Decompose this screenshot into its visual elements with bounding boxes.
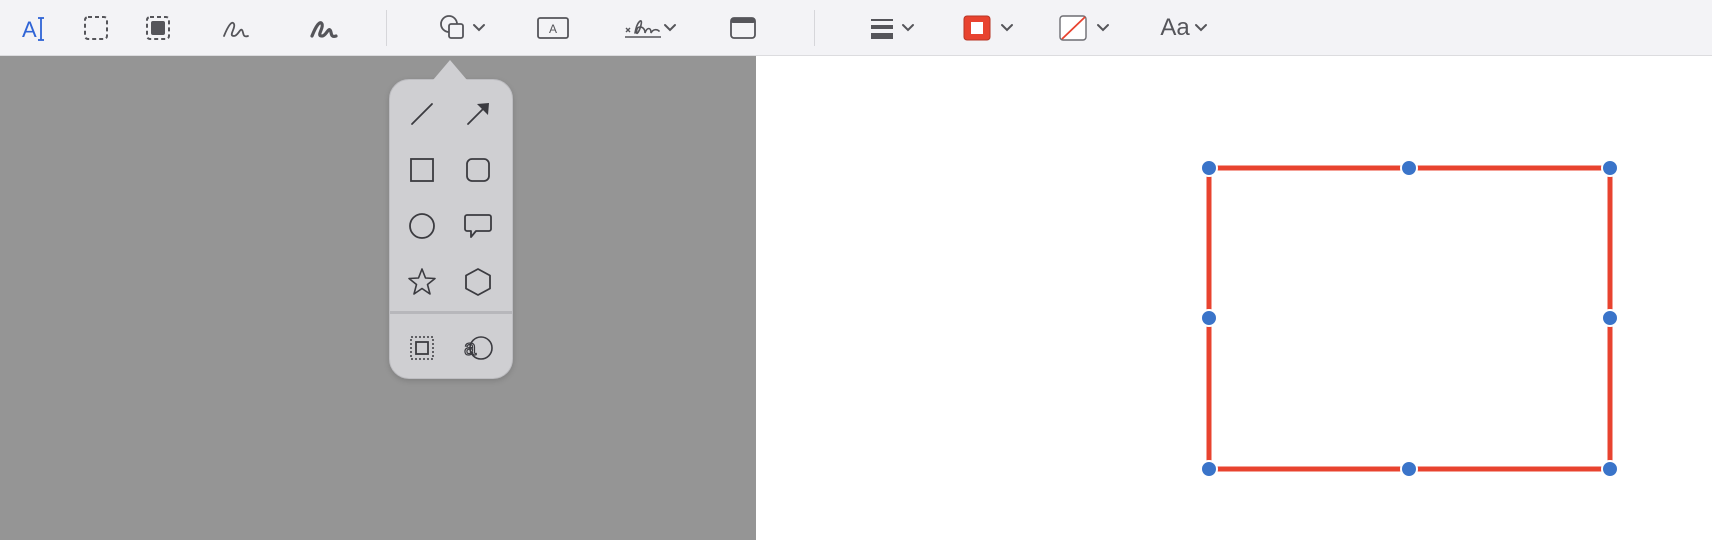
svg-text:A: A xyxy=(549,22,557,36)
shape-style-button[interactable] xyxy=(864,6,920,50)
star-icon xyxy=(408,268,436,295)
line-weight-icon xyxy=(871,19,893,39)
shapes-icon xyxy=(440,15,464,39)
loupe-shape-button[interactable]: a xyxy=(458,328,498,368)
resize-handle-top-left[interactable] xyxy=(1200,159,1218,177)
dashed-rectangle-icon xyxy=(84,16,108,40)
smart-lasso-button[interactable] xyxy=(138,6,178,50)
signature-icon xyxy=(625,20,661,38)
toolbar-separator xyxy=(814,10,815,46)
chevron-down-icon xyxy=(664,24,676,32)
polygon-shape-button[interactable] xyxy=(458,262,498,302)
markup-toolbar: A A Aa xyxy=(0,0,1712,56)
chevron-down-icon xyxy=(473,24,485,32)
resize-handle-bottom-left[interactable] xyxy=(1200,460,1218,478)
text-style-icon: Aa xyxy=(1160,14,1190,41)
rounded-rectangle-shape-button[interactable] xyxy=(458,150,498,190)
document-canvas[interactable] xyxy=(756,56,1712,540)
window-icon xyxy=(730,17,756,39)
rectangle-annotation[interactable] xyxy=(1206,165,1613,472)
chevron-down-icon xyxy=(902,24,914,32)
line-icon xyxy=(411,103,433,125)
shapes-popover: a xyxy=(389,79,513,379)
text-style-button[interactable]: Aa xyxy=(1154,6,1214,50)
svg-text:a: a xyxy=(464,335,477,360)
chevron-down-icon xyxy=(1194,24,1207,32)
dashed-filled-rectangle-icon xyxy=(146,16,170,40)
text-box-button[interactable]: A xyxy=(534,6,572,50)
rectangle-icon xyxy=(410,158,434,182)
line-shape-button[interactable] xyxy=(402,94,442,134)
popover-divider xyxy=(390,311,512,314)
popover-arrow xyxy=(433,60,467,80)
annotation-layer xyxy=(1200,159,1619,478)
chevron-down-icon xyxy=(1097,24,1109,32)
border-color-button[interactable] xyxy=(958,6,1018,50)
oval-icon xyxy=(409,213,435,239)
resize-handle-left[interactable] xyxy=(1200,309,1218,327)
draw-squiggle-icon xyxy=(310,21,338,38)
rounded-rectangle-icon xyxy=(466,158,490,182)
star-shape-button[interactable] xyxy=(402,262,442,302)
draw-button[interactable] xyxy=(302,6,346,50)
arrow-shape-button[interactable] xyxy=(458,94,498,134)
polygon-icon xyxy=(465,268,491,296)
text-selection-button[interactable]: A xyxy=(14,6,54,50)
shapes-button[interactable] xyxy=(432,6,492,50)
signature-button[interactable] xyxy=(620,6,680,50)
rectangular-selection-button[interactable] xyxy=(76,6,116,50)
preview-window: A A Aa a xyxy=(0,0,1712,540)
svg-text:A: A xyxy=(22,17,37,42)
fill-color-button[interactable] xyxy=(1054,6,1114,50)
loupe-icon: a xyxy=(463,334,493,361)
arrow-icon xyxy=(467,103,489,125)
border-color-icon xyxy=(963,15,991,41)
sketch-button[interactable] xyxy=(214,6,258,50)
speech-bubble-icon xyxy=(464,214,492,238)
text-cursor-icon: A xyxy=(22,17,44,42)
mask-icon xyxy=(410,336,434,360)
mask-shape-button[interactable] xyxy=(402,328,442,368)
sidebar-dimmed-area xyxy=(0,56,756,540)
resize-handle-top[interactable] xyxy=(1400,159,1418,177)
window-button[interactable] xyxy=(726,6,760,50)
resize-handle-top-right[interactable] xyxy=(1601,159,1619,177)
oval-shape-button[interactable] xyxy=(402,206,442,246)
speech-bubble-shape-button[interactable] xyxy=(458,206,498,246)
sketch-squiggle-icon xyxy=(223,21,249,38)
resize-handle-bottom[interactable] xyxy=(1400,460,1418,478)
resize-handle-right[interactable] xyxy=(1601,309,1619,327)
chevron-down-icon xyxy=(1001,24,1013,32)
resize-handle-bottom-right[interactable] xyxy=(1601,460,1619,478)
text-box-icon: A xyxy=(537,17,569,39)
toolbar-separator xyxy=(386,10,387,46)
rectangle-shape-button[interactable] xyxy=(402,150,442,190)
fill-color-none-icon xyxy=(1059,15,1087,41)
